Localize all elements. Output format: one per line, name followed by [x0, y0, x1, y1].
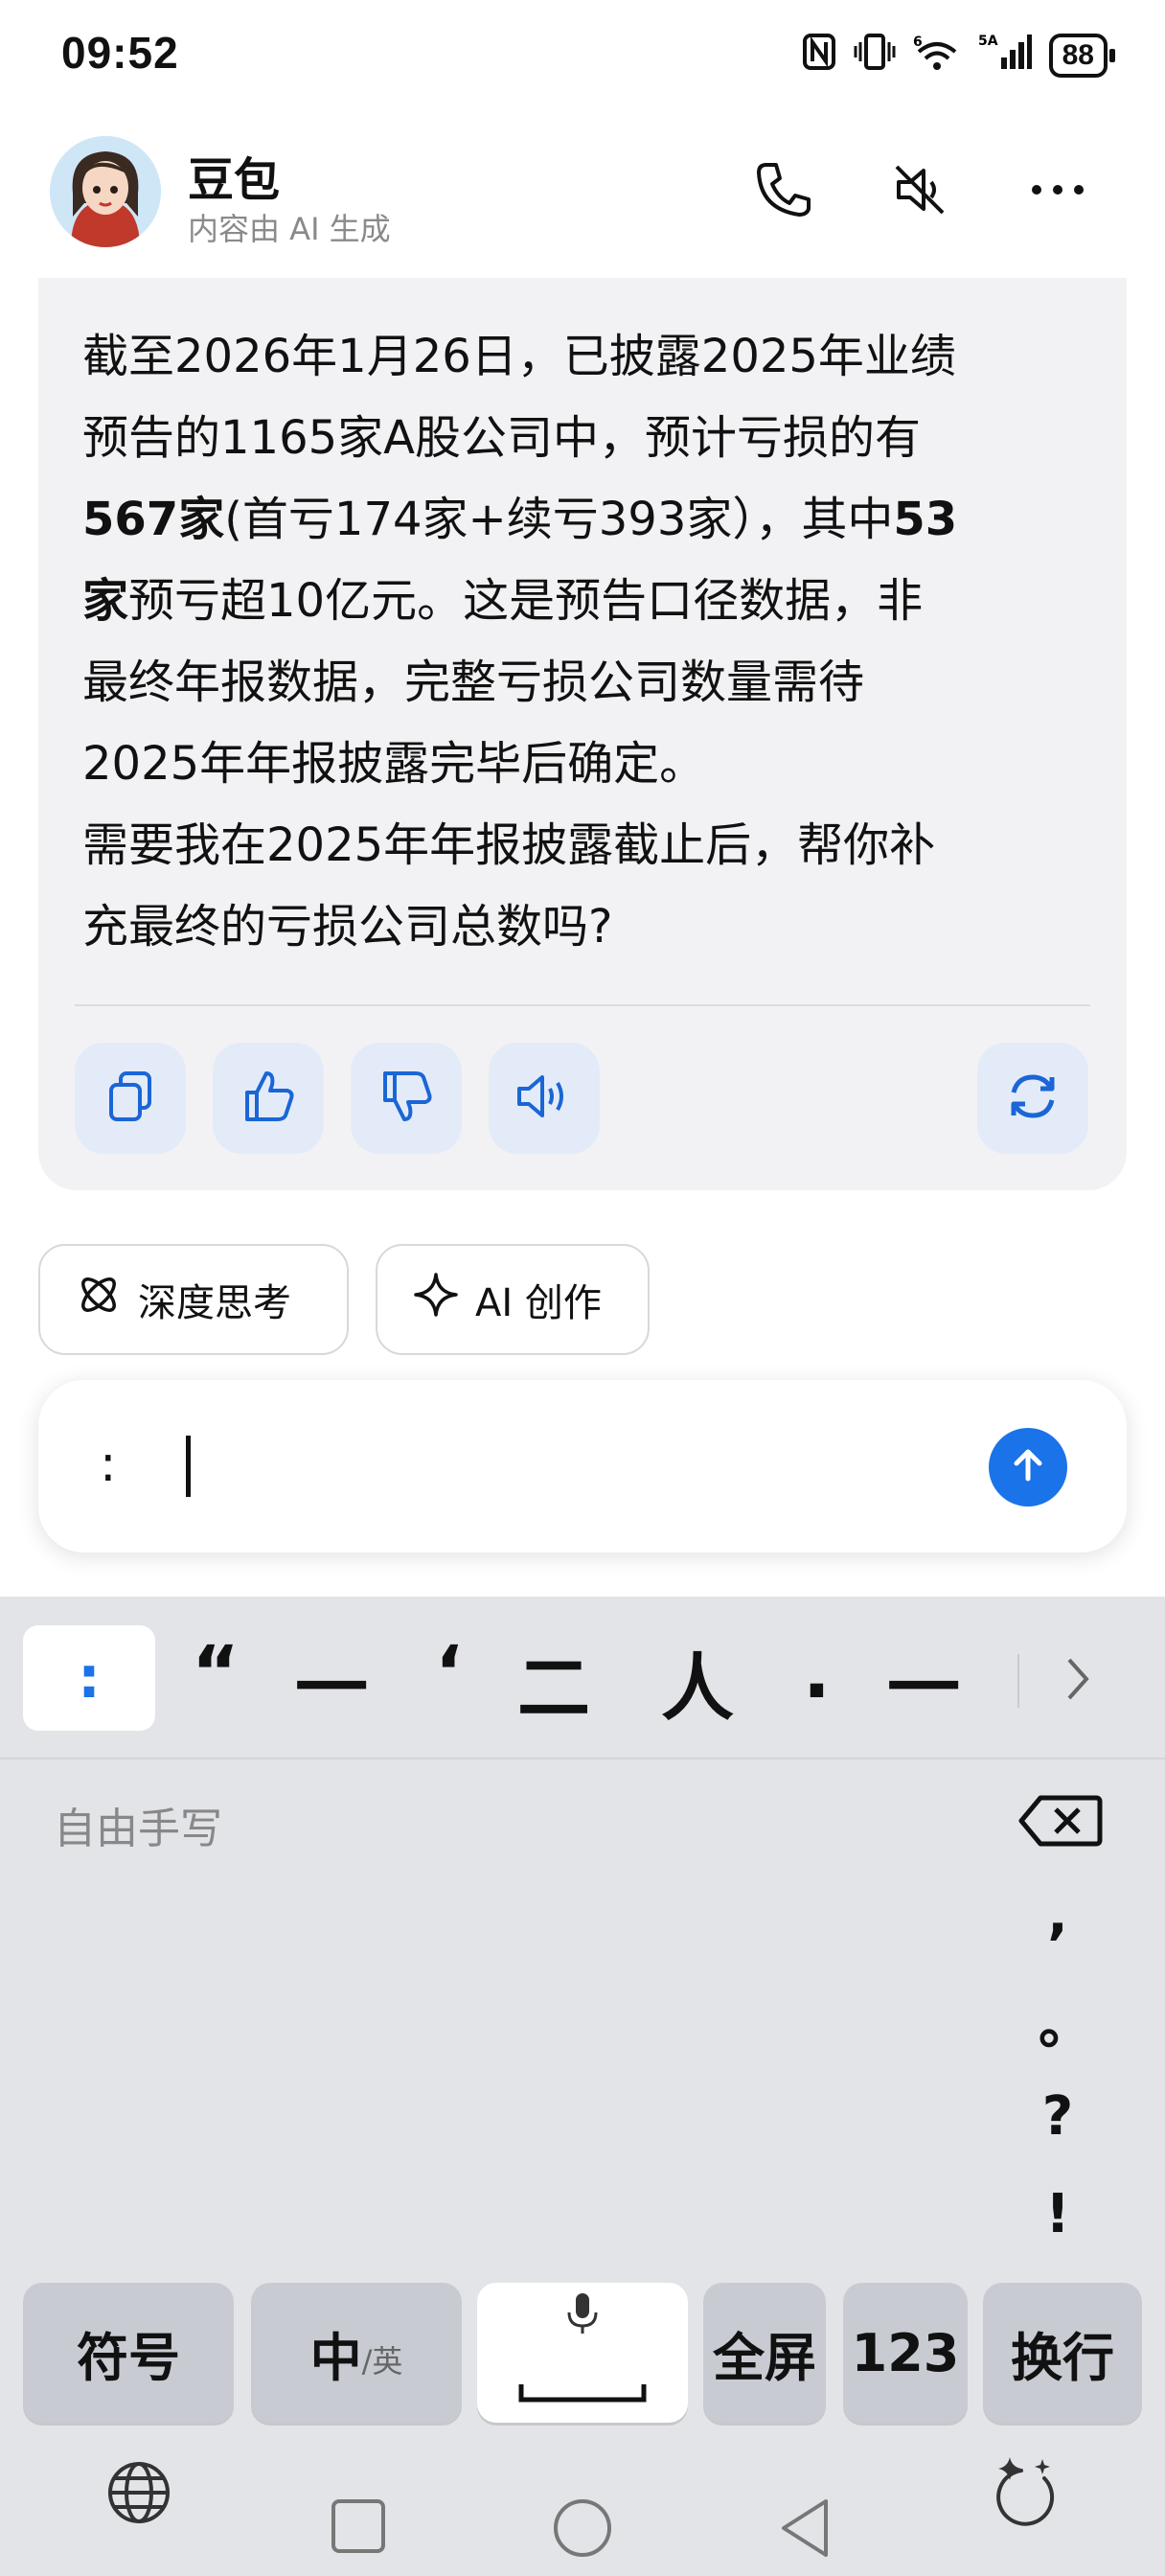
space-voice-key[interactable]	[477, 2283, 688, 2423]
more-icon	[1027, 180, 1088, 203]
globe-icon[interactable]	[105, 2459, 172, 2526]
candidate[interactable]: “	[192, 1629, 240, 1714]
thumbs-up-icon	[240, 1068, 297, 1129]
mute-button[interactable]	[881, 153, 958, 230]
candidate-bar: : “ 一 ‘ 二 人 . 一	[0, 1597, 1165, 1760]
status-time: 09:52	[61, 28, 179, 78]
message-input[interactable]: :	[38, 1380, 1127, 1552]
speaker-mute-icon	[889, 159, 950, 224]
highlight-text: 567家	[82, 493, 225, 546]
message-line: 需要我在2025年年报披露截止后，帮你补	[82, 818, 936, 872]
period-key[interactable]: 。	[1039, 1982, 1092, 2059]
input-value: :	[100, 1436, 117, 1493]
fullscreen-key[interactable]: 全屏	[703, 2283, 826, 2423]
candidate[interactable]: 人	[661, 1629, 734, 1735]
like-button[interactable]	[213, 1043, 324, 1154]
dislike-button[interactable]	[351, 1043, 462, 1154]
candidate[interactable]: 一	[887, 1629, 960, 1735]
ai-disclaimer: 内容由 AI 生成	[188, 211, 391, 247]
message-line: 截至2026年1月26日，已披露2025年业绩	[82, 330, 956, 383]
message-text: 截至2026年1月26日，已披露2025年业绩 预告的1165家A股公司中，预计…	[82, 316, 1098, 968]
copy-button[interactable]	[75, 1043, 186, 1154]
backspace-icon[interactable]	[1017, 1792, 1104, 1853]
exclaim-key[interactable]: !	[1039, 2183, 1077, 2245]
avatar[interactable]	[50, 136, 161, 247]
candidate[interactable]: 二	[517, 1629, 590, 1735]
deep-think-chip[interactable]: 深度思考	[38, 1244, 349, 1355]
comma-key[interactable]: ,	[1039, 1884, 1077, 1946]
symbol-key[interactable]: 符号	[23, 2283, 234, 2423]
ai-create-chip[interactable]: AI 创作	[376, 1244, 650, 1355]
message-line: 最终年报数据，完整亏损公司数量需待	[82, 656, 865, 709]
question-key[interactable]: ?	[1039, 2085, 1077, 2148]
message-card: 截至2026年1月26日，已披露2025年业绩 预告的1165家A股公司中，预计…	[38, 278, 1127, 1190]
battery-indicator: 88	[1048, 33, 1116, 78]
message-line: 充最终的亏损公司总数吗?	[82, 900, 613, 954]
message-line: 567家(首亏174家+续亏393家），其中53	[82, 493, 958, 546]
newline-key[interactable]: 换行	[983, 2283, 1142, 2423]
status-icons: 6 5A 88	[802, 33, 1116, 78]
candidate[interactable]: 一	[295, 1629, 368, 1735]
keyboard-switch-icon[interactable]	[989, 2451, 1062, 2528]
copy-icon	[102, 1068, 159, 1129]
home-icon[interactable]	[552, 2497, 613, 2559]
chip-label: AI 创作	[475, 1281, 602, 1325]
keyboard: : “ 一 ‘ 二 人 . 一 自由手写 , 。 ? ! 符号 中/英 全屏 1…	[0, 1597, 1165, 2576]
message-line: 预告的1165家A股公司中，预计亏损的有	[82, 411, 921, 465]
more-button[interactable]	[1019, 153, 1096, 230]
sparkle-icon	[412, 1271, 460, 1328]
back-icon[interactable]	[776, 2497, 834, 2559]
space-bar-icon	[517, 2356, 648, 2416]
message-line: 家预亏超10亿元。这是预告口径数据，非	[82, 574, 924, 628]
speaker-icon	[514, 1068, 575, 1129]
microphone-icon	[563, 2289, 602, 2350]
nfc-icon	[802, 33, 836, 78]
wifi-icon: 6	[913, 33, 961, 78]
regenerate-button[interactable]	[977, 1043, 1088, 1154]
vibrate-icon	[854, 33, 896, 78]
signal-icon: 5A	[978, 33, 1032, 78]
regenerate-icon	[1002, 1066, 1063, 1131]
candidate[interactable]: .	[803, 1629, 831, 1714]
phone-icon	[753, 159, 814, 224]
divider	[75, 1004, 1090, 1006]
send-button[interactable]	[989, 1428, 1067, 1506]
candidate[interactable]: ‘	[435, 1629, 463, 1714]
read-aloud-button[interactable]	[489, 1043, 600, 1154]
number-key[interactable]: 123	[843, 2283, 968, 2423]
handwriting-area-label: 自由手写	[54, 1805, 222, 1853]
candidate-selected[interactable]: :	[23, 1625, 155, 1731]
call-button[interactable]	[745, 153, 822, 230]
divider	[1017, 1654, 1019, 1708]
highlight-text: 家	[82, 574, 129, 628]
highlight-text: 53	[893, 493, 958, 546]
chevron-right-icon[interactable]	[1054, 1650, 1100, 1712]
text-caret	[186, 1436, 191, 1497]
message-line: 2025年年报披露完毕后确定。	[82, 737, 706, 791]
svg-text:6: 6	[913, 34, 923, 50]
recent-apps-icon[interactable]	[330, 2497, 387, 2555]
chip-label: 深度思考	[138, 1281, 291, 1325]
svg-text:5A: 5A	[978, 34, 998, 49]
language-toggle-key[interactable]: 中/英	[251, 2283, 462, 2423]
atom-icon	[75, 1271, 123, 1328]
thumbs-down-icon	[377, 1068, 435, 1129]
arrow-up-icon	[1007, 1444, 1049, 1490]
bot-name: 豆包	[188, 153, 281, 207]
